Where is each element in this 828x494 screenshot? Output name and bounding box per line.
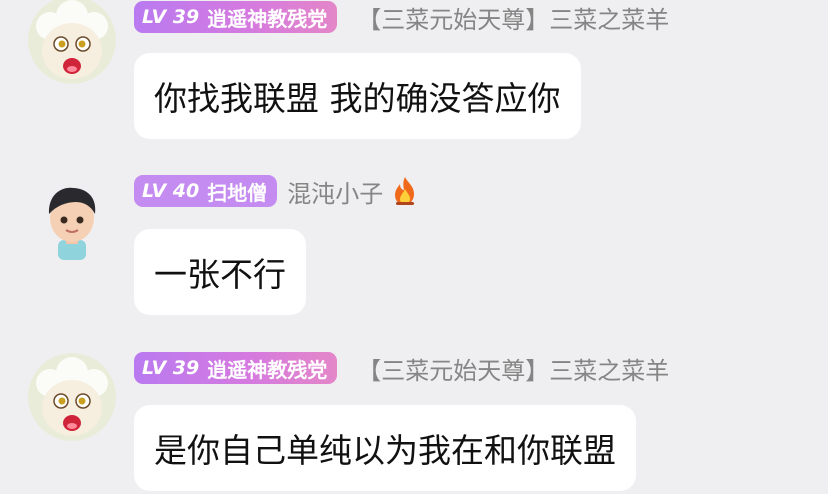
message-meta: LV 40 扫地僧 混沌小子 <box>134 174 419 209</box>
message-meta: LV 39 逍遥神教残党 【三菜元始天尊】三菜之菜羊 <box>134 351 669 386</box>
badge-title: 扫地僧 <box>207 180 268 205</box>
message-bubble[interactable]: 你找我联盟 我的确没答应你 <box>134 53 581 139</box>
username[interactable]: 【三菜元始天尊】三菜之菜羊 <box>357 351 669 386</box>
chat-message: LV 40 扫地僧 混沌小子 一张不行 <box>0 170 828 320</box>
sheep-avatar-icon <box>28 353 116 441</box>
level-label: LV 40 <box>142 180 200 202</box>
sheep-avatar-icon <box>28 0 116 84</box>
sheep-avatar[interactable] <box>28 353 116 441</box>
level-label: LV 39 <box>142 6 200 28</box>
message-meta: LV 39 逍遥神教残党 【三菜元始天尊】三菜之菜羊 <box>134 0 669 35</box>
level-badge[interactable]: LV 39 逍遥神教残党 <box>134 1 338 33</box>
message-text: 是你自己单纯以为我在和你联盟 <box>154 431 616 470</box>
fire-icon <box>395 177 415 205</box>
level-label: LV 39 <box>142 357 200 379</box>
boy-avatar[interactable] <box>36 180 108 260</box>
username[interactable]: 混沌小子 <box>287 174 383 209</box>
message-text: 一张不行 <box>154 255 286 294</box>
level-badge[interactable]: LV 39 逍遥神教残党 <box>134 352 338 384</box>
badge-title: 逍遥神教残党 <box>207 6 328 31</box>
level-badge[interactable]: LV 40 扫地僧 <box>134 175 278 207</box>
boy-avatar-icon <box>48 187 96 260</box>
chat-message: LV 39 逍遥神教残党 【三菜元始天尊】三菜之菜羊 你找我联盟 我的确没答应你 <box>0 0 828 160</box>
chat-message: LV 39 逍遥神教残党 【三菜元始天尊】三菜之菜羊 是你自己单纯以为我在和你联… <box>0 350 828 494</box>
username[interactable]: 【三菜元始天尊】三菜之菜羊 <box>357 0 669 35</box>
message-text: 你找我联盟 我的确没答应你 <box>154 79 561 118</box>
sheep-avatar[interactable] <box>28 0 116 84</box>
message-bubble[interactable]: 一张不行 <box>134 229 306 315</box>
message-bubble[interactable]: 是你自己单纯以为我在和你联盟 <box>134 405 636 491</box>
badge-title: 逍遥神教残党 <box>207 357 328 382</box>
